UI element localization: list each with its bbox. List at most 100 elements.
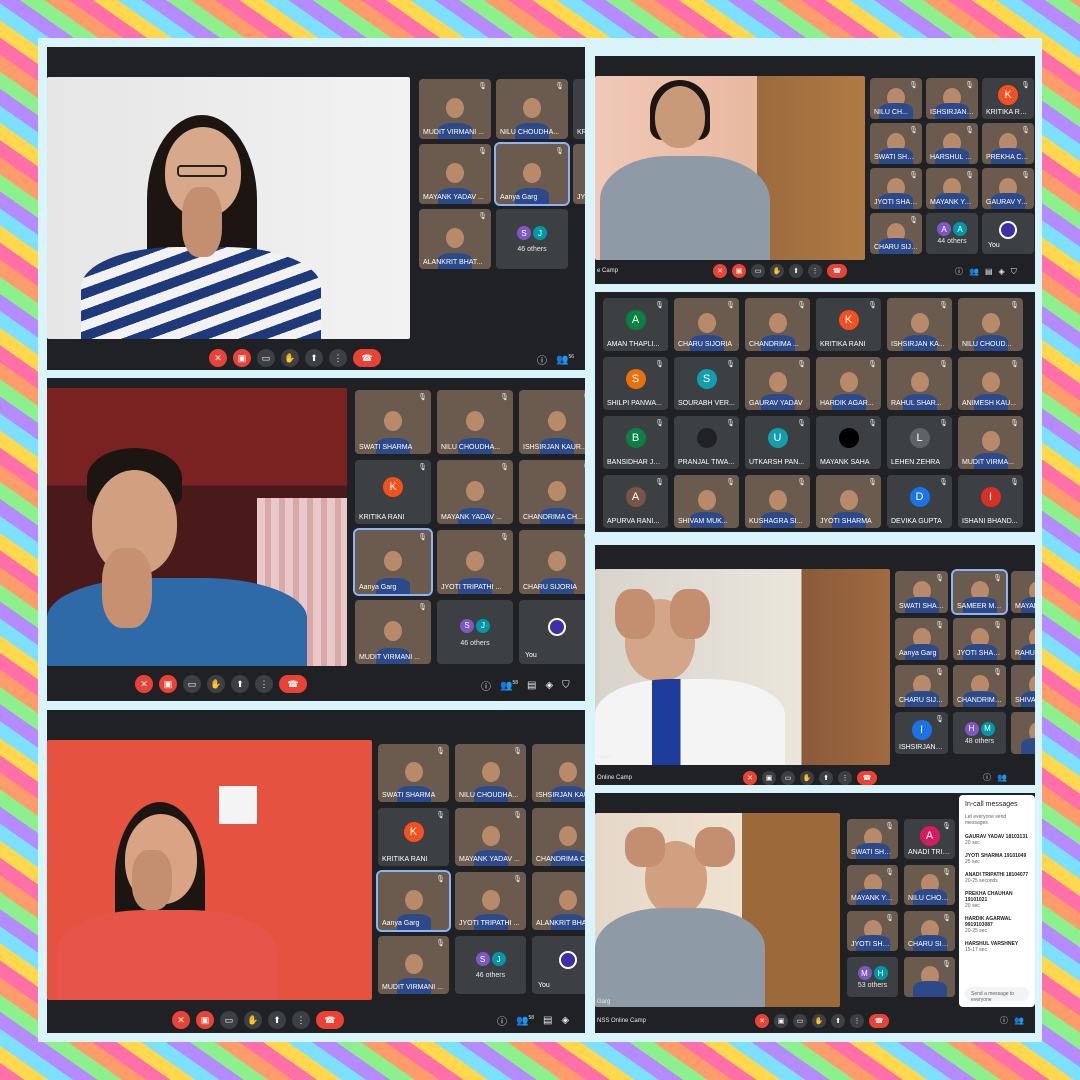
participant-tile[interactable]: 🎙 MUDIT VIRMANI ... <box>355 600 431 664</box>
participant-tile[interactable]: 🎙 Aanya Garg <box>376 870 451 932</box>
info-icon[interactable]: ⓘ <box>481 678 491 693</box>
end-call-icon[interactable]: ☎ <box>869 1014 889 1028</box>
activities-icon[interactable]: ◈ <box>561 1015 569 1026</box>
participant-tile[interactable]: 🎙 MAYANK SAHA <box>816 416 881 469</box>
raise-hand-icon[interactable]: ✋ <box>207 675 225 693</box>
participant-tile[interactable]: 🎙 NILU CHOUD... <box>958 298 1023 351</box>
participant-tile[interactable]: 🎙 NILU CH... <box>870 78 922 119</box>
more-icon[interactable]: ⋮ <box>329 349 347 367</box>
participant-tile[interactable]: 🎙 ISHSIRJAN KAUR... <box>926 78 978 119</box>
self-tile[interactable]: You <box>519 600 585 664</box>
camera-icon[interactable]: ▣ <box>774 1014 788 1028</box>
info-icon[interactable]: ⓘ <box>537 352 547 367</box>
participant-tile[interactable]: 🎙 SWATI SHARMA <box>355 390 431 454</box>
participant-tile[interactable]: D 🎙 DEVIKA GUPTA <box>887 475 952 528</box>
participant-tile[interactable]: 🎙 CHARU SIJORIA <box>904 911 955 951</box>
info-icon[interactable]: ⓘ <box>497 1013 507 1028</box>
participant-tile[interactable]: K🎙KRITIKA RANI <box>378 808 449 866</box>
participant-tile[interactable]: 🎙 MUDIT VIRMANI ... <box>419 79 491 139</box>
camera-off-icon[interactable]: ▣ <box>196 1011 214 1029</box>
participant-tile[interactable]: K🎙KRITIKA RANI <box>982 78 1034 119</box>
people-icon[interactable]: 👥 <box>997 773 1007 782</box>
participant-tile[interactable]: 🎙 JYOTI TRIPATHI ... <box>437 530 513 594</box>
participant-tile[interactable]: 🎙 NILU CHOUDHA... <box>455 744 526 802</box>
participant-tile[interactable]: 🎙ALANKRIT BHA... <box>532 872 585 930</box>
end-call-icon[interactable]: ☎ <box>279 675 307 693</box>
participant-tile[interactable]: B 🎙 BANSIDHAR JO... <box>603 416 668 469</box>
participant-tile[interactable]: 🎙 GAURAV YADAV <box>982 168 1034 209</box>
participant-tile[interactable]: 🎙 JYOTI SHARMA <box>816 475 881 528</box>
others-tile[interactable]: M H 53 others <box>847 957 898 997</box>
mic-off-icon[interactable]: ✕ <box>713 264 727 278</box>
self-tile[interactable]: You <box>982 213 1034 254</box>
participant-tile[interactable]: 🎙 SWATI SHARMA <box>847 819 898 859</box>
raise-hand-icon[interactable]: ✋ <box>770 264 784 278</box>
participant-tile[interactable]: K🎙KRITIKA RANI <box>573 79 585 139</box>
end-call-icon[interactable]: ☎ <box>316 1011 344 1029</box>
participant-tile[interactable]: 🎙 GAURAV YADAV <box>745 357 810 410</box>
camera-off-icon[interactable]: ▣ <box>732 264 746 278</box>
people-icon[interactable]: 👥 <box>969 267 979 276</box>
participant-tile[interactable]: 🎙 ALANKRIT BHAT... <box>419 209 491 269</box>
captions-icon[interactable]: ▭ <box>220 1011 238 1029</box>
participant-tile[interactable]: 🎙 MAYANK YADAV <box>926 168 978 209</box>
participant-tile[interactable]: 🎙RAHUL S... <box>1011 618 1035 660</box>
others-tile[interactable]: H M 48 others <box>953 712 1006 754</box>
participant-tile[interactable]: 🎙 MAYANK YADAV ... <box>455 808 526 866</box>
present-icon[interactable]: ⬆ <box>268 1011 286 1029</box>
others-tile[interactable]: S J 46 others <box>437 600 513 664</box>
participant-tile[interactable]: A 🎙 APURVA RANI... <box>603 475 668 528</box>
participant-tile[interactable]: 🎙 Aanya Garg <box>895 618 948 660</box>
participant-tile[interactable]: 🎙 PRANJAL TIWA... <box>674 416 739 469</box>
people-icon[interactable]: 👥 <box>1014 1016 1024 1025</box>
self-tile[interactable]: You <box>532 936 585 994</box>
participant-tile[interactable]: A 🎙 AMAN THAPLI... <box>603 298 668 351</box>
more-icon[interactable]: ⋮ <box>292 1011 310 1029</box>
info-icon[interactable]: ⓘ <box>983 772 991 783</box>
chat-icon[interactable]: ▤ <box>985 267 993 276</box>
shield-icon[interactable]: ⛉ <box>1011 267 1017 277</box>
present-icon[interactable]: ⬆ <box>831 1014 845 1028</box>
more-icon[interactable]: ⋮ <box>255 675 273 693</box>
participant-tile[interactable]: 🎙 HARDIK AGAR... <box>816 357 881 410</box>
shield-icon[interactable]: ⛉ <box>562 680 570 691</box>
captions-icon[interactable]: ▭ <box>183 675 201 693</box>
present-icon[interactable]: ⬆ <box>231 675 249 693</box>
end-call-icon[interactable]: ☎ <box>857 771 877 785</box>
participant-tile[interactable]: 🎙 CHANDRIMA CH... <box>519 460 585 524</box>
participant-tile[interactable]: A🎙 ANADI TRIPATHI ... <box>904 819 955 859</box>
participant-tile[interactable]: 🎙 NILU CHOUDHA... <box>496 79 568 139</box>
end-call-icon[interactable]: ☎ <box>827 264 847 278</box>
people-icon[interactable]: 👥58 <box>500 680 518 691</box>
activities-icon[interactable]: ◈ <box>999 267 1005 276</box>
raise-hand-icon[interactable]: ✋ <box>244 1011 262 1029</box>
chat-icon[interactable]: ▤ <box>543 1015 552 1026</box>
participant-tile[interactable]: 🎙 JYOTI TRIPATHI ... <box>455 872 526 930</box>
present-icon[interactable]: ⬆ <box>789 264 803 278</box>
mic-off-icon[interactable]: ✕ <box>135 675 153 693</box>
participant-tile[interactable]: 🎙 SWATI SHARMA <box>378 744 449 802</box>
participant-tile[interactable]: 🎙 CHARU SIJORIA <box>519 530 585 594</box>
activities-icon[interactable]: ◈ <box>545 680 553 691</box>
participant-tile[interactable]: 🎙 <box>1011 712 1035 754</box>
participant-tile[interactable]: 🎙MAYAN... <box>1011 571 1035 613</box>
participant-tile[interactable]: 🎙 SWATI SHARMA <box>870 123 922 164</box>
camera-off-icon[interactable]: ▣ <box>233 349 251 367</box>
present-icon[interactable]: ⬆ <box>305 349 323 367</box>
info-icon[interactable]: ⓘ <box>955 266 963 277</box>
participant-tile[interactable]: 🎙 KUSHAGRA SI... <box>745 475 810 528</box>
participant-tile[interactable]: 🎙 MAYANK YADA... <box>847 865 898 905</box>
participant-tile[interactable]: 🎙 <box>904 957 955 997</box>
captions-icon[interactable]: ▭ <box>257 349 275 367</box>
participant-tile[interactable]: 🎙 HARSHUL VARSH... <box>926 123 978 164</box>
participant-tile[interactable]: 🎙 ANIMESH KAU... <box>958 357 1023 410</box>
participant-tile[interactable]: 🎙 MUDIT VIRMA... <box>958 416 1023 469</box>
participant-tile[interactable]: K🎙KRITIKA RANI <box>816 298 881 351</box>
participant-tile[interactable]: 🎙 ISHSIRJAN KAUR... <box>519 390 585 454</box>
captions-icon[interactable]: ▭ <box>781 771 795 785</box>
participant-tile[interactable]: 🎙 NILU CHOUDH... <box>904 865 955 905</box>
mic-off-icon[interactable]: ✕ <box>743 771 757 785</box>
participant-tile[interactable]: 🎙 PREKHA CHAUH... <box>982 123 1034 164</box>
participant-tile[interactable]: I 🎙 ISHANI BHAND... <box>958 475 1023 528</box>
captions-icon[interactable]: ▭ <box>793 1014 807 1028</box>
